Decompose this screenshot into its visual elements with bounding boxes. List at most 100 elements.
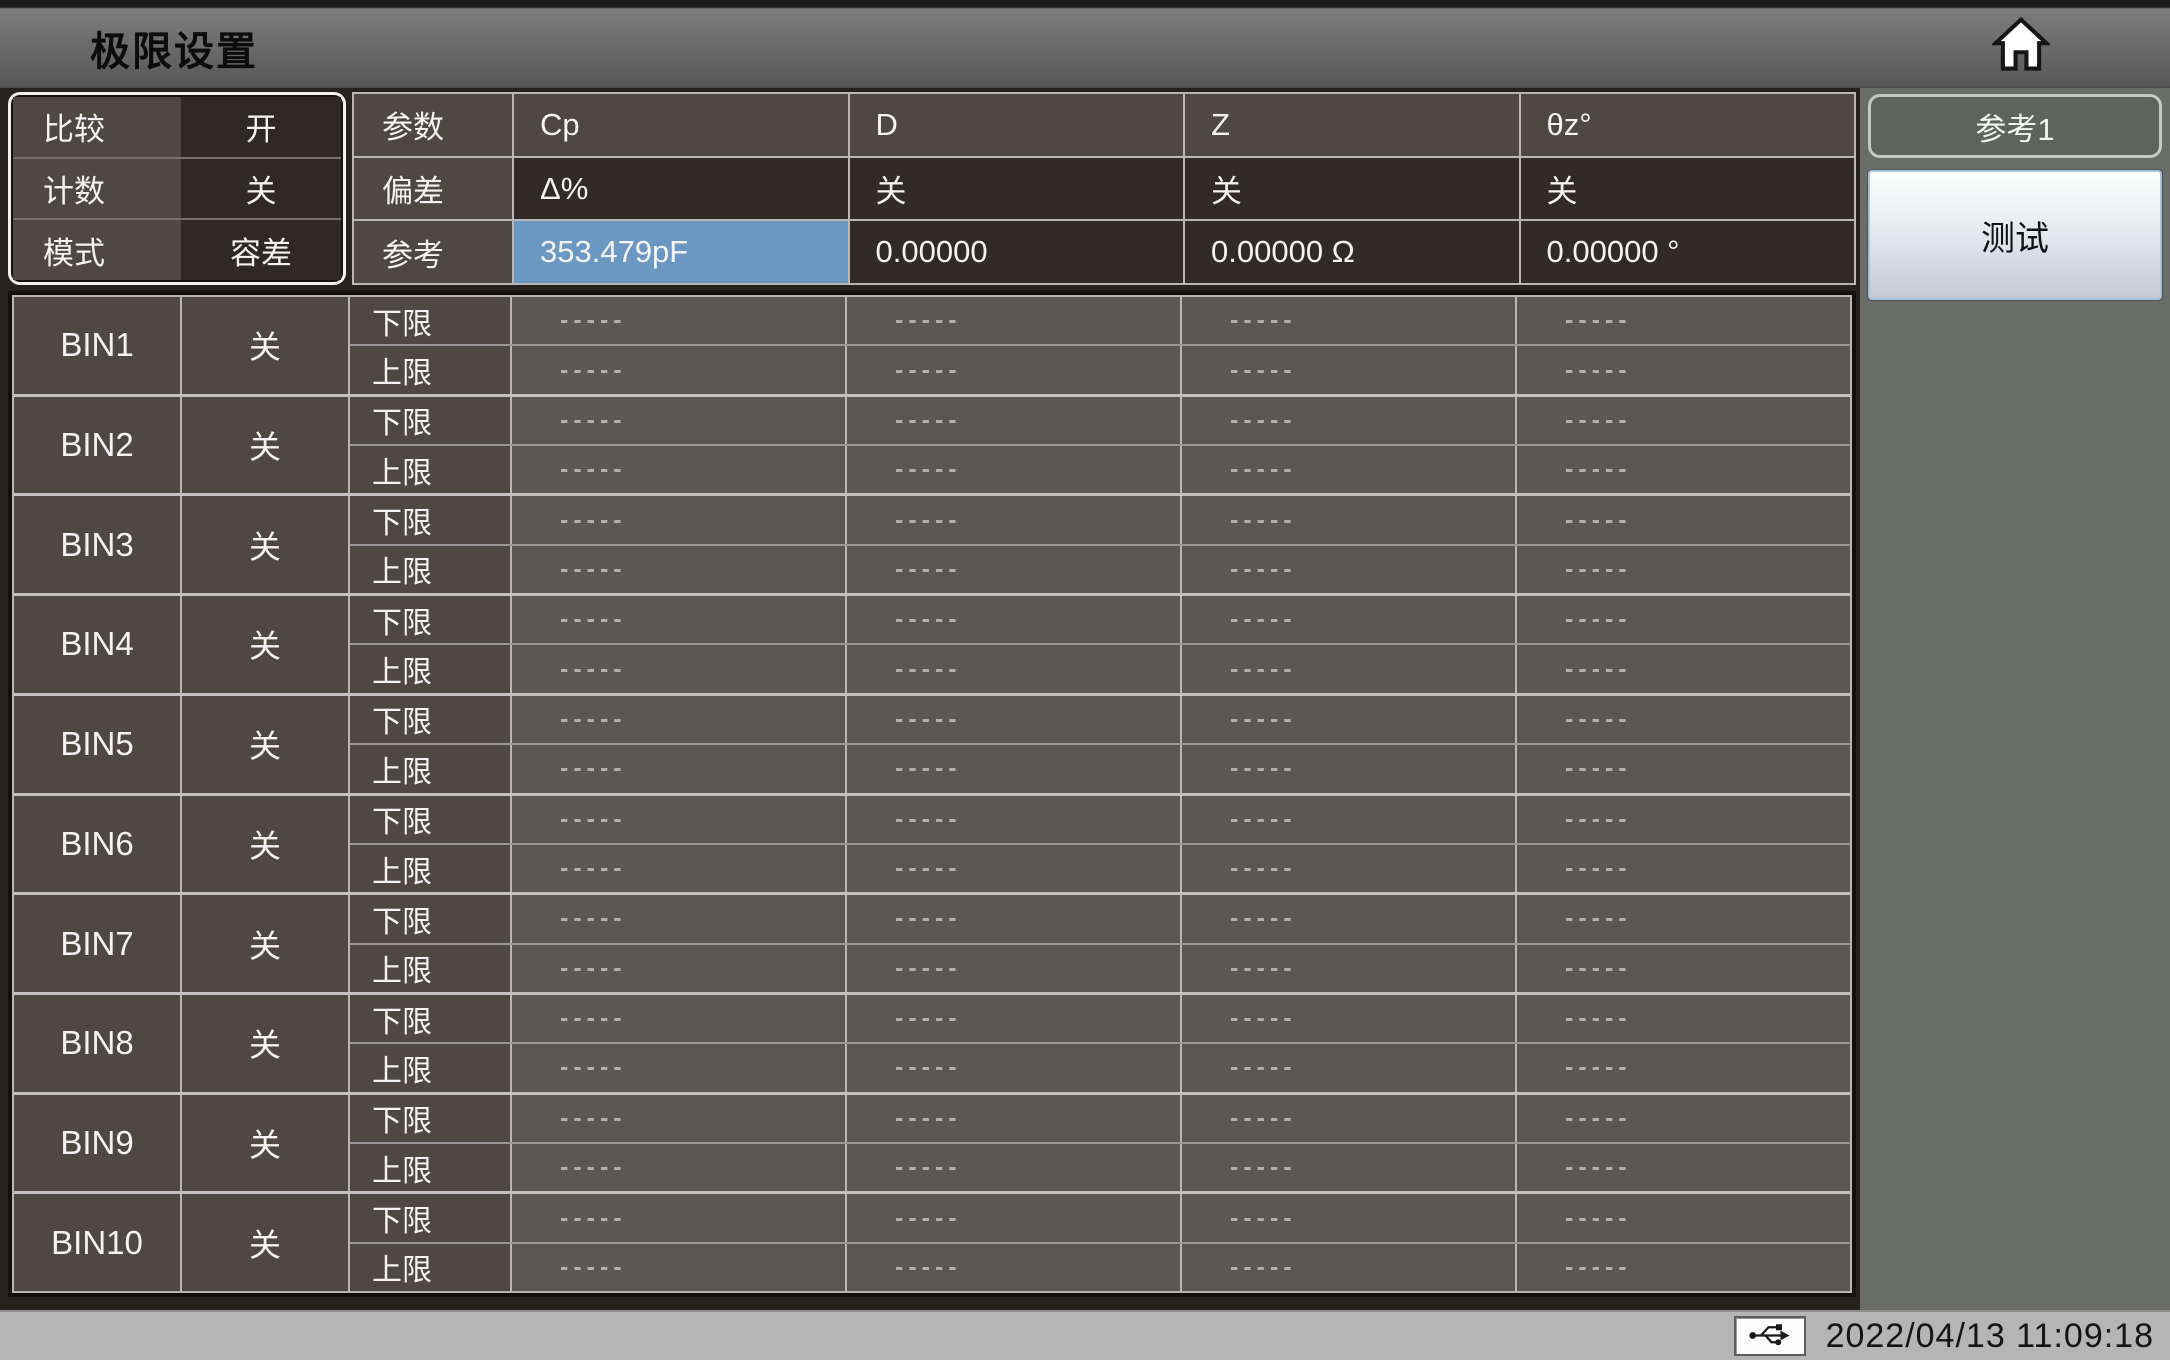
bin-upper-value[interactable]: -----: [1517, 346, 1850, 394]
bin-upper-value[interactable]: -----: [1182, 844, 1517, 893]
reference-page-button[interactable]: 参考1: [1868, 94, 2162, 158]
bin-upper-value[interactable]: -----: [1517, 1143, 1850, 1192]
mode-value[interactable]: 容差: [181, 220, 341, 281]
bin-lower-value[interactable]: -----: [512, 795, 847, 843]
bin-upper-value[interactable]: -----: [512, 645, 847, 693]
bin-upper-value[interactable]: -----: [1182, 545, 1517, 594]
bin-lower-value[interactable]: -----: [1517, 994, 1850, 1043]
bin-upper-value[interactable]: -----: [512, 745, 847, 793]
bin-lower-value[interactable]: -----: [847, 895, 1182, 943]
reference-cell-z[interactable]: 0.00000 Ω: [1185, 221, 1521, 284]
bin-upper-value[interactable]: -----: [512, 844, 847, 893]
bin-lower-value[interactable]: -----: [847, 596, 1182, 644]
compare-value[interactable]: 开: [181, 97, 341, 157]
bin-upper-value[interactable]: -----: [1517, 944, 1850, 992]
bin-lower-value[interactable]: -----: [1182, 695, 1517, 744]
bin-lower-value[interactable]: -----: [1517, 1194, 1850, 1242]
bin-upper-value[interactable]: -----: [512, 1044, 847, 1092]
param-header-d[interactable]: D: [849, 94, 1185, 156]
bin-upper-value[interactable]: -----: [1182, 944, 1517, 992]
bin-upper-value[interactable]: -----: [1517, 1044, 1850, 1092]
bin-status[interactable]: 关: [182, 596, 350, 693]
bin-lower-value[interactable]: -----: [1517, 396, 1850, 445]
bin-upper-value[interactable]: -----: [1517, 645, 1850, 693]
bin-upper-value[interactable]: -----: [512, 346, 847, 394]
bin-status[interactable]: 关: [182, 297, 350, 394]
bin-upper-value[interactable]: -----: [512, 944, 847, 992]
bin-status[interactable]: 关: [182, 895, 350, 992]
bin-status[interactable]: 关: [182, 396, 350, 494]
bin-upper-value[interactable]: -----: [512, 1243, 847, 1292]
deviation-cell-theta[interactable]: 关: [1520, 157, 1854, 220]
bin-upper-value[interactable]: -----: [512, 446, 847, 494]
bin-status[interactable]: 关: [182, 496, 350, 594]
bin-upper-value[interactable]: -----: [847, 1143, 1182, 1192]
bin-upper-value[interactable]: -----: [1517, 844, 1850, 893]
bin-upper-value[interactable]: -----: [847, 944, 1182, 992]
bin-upper-value[interactable]: -----: [1182, 1143, 1517, 1192]
bin-upper-value[interactable]: -----: [1182, 1044, 1517, 1092]
bin-lower-value[interactable]: -----: [1517, 297, 1850, 345]
test-button[interactable]: 测试: [1868, 170, 2162, 300]
bin-lower-value[interactable]: -----: [847, 496, 1182, 544]
bin-lower-value[interactable]: -----: [1182, 1094, 1517, 1142]
bin-upper-value[interactable]: -----: [1182, 446, 1517, 494]
bin-lower-value[interactable]: -----: [847, 994, 1182, 1043]
bin-status[interactable]: 关: [182, 994, 350, 1092]
bin-upper-value[interactable]: -----: [1517, 545, 1850, 594]
bin-upper-value[interactable]: -----: [847, 446, 1182, 494]
bin-upper-value[interactable]: -----: [847, 645, 1182, 693]
bin-lower-value[interactable]: -----: [512, 297, 847, 345]
reference-cell-d[interactable]: 0.00000: [849, 221, 1185, 284]
deviation-cell-cp[interactable]: Δ%: [514, 157, 850, 220]
bin-upper-value[interactable]: -----: [1182, 745, 1517, 793]
bin-upper-value[interactable]: -----: [1182, 1243, 1517, 1292]
bin-upper-value[interactable]: -----: [847, 346, 1182, 394]
bin-lower-value[interactable]: -----: [512, 994, 847, 1043]
bin-lower-value[interactable]: -----: [1182, 1194, 1517, 1242]
bin-lower-value[interactable]: -----: [1182, 895, 1517, 943]
bin-status[interactable]: 关: [182, 795, 350, 893]
reference-cell-theta[interactable]: 0.00000 °: [1520, 221, 1854, 284]
bin-lower-value[interactable]: -----: [1517, 895, 1850, 943]
deviation-cell-d[interactable]: 关: [849, 157, 1185, 220]
bin-status[interactable]: 关: [182, 1094, 350, 1192]
bin-upper-value[interactable]: -----: [512, 545, 847, 594]
bin-lower-value[interactable]: -----: [1182, 496, 1517, 544]
bin-lower-value[interactable]: -----: [1517, 496, 1850, 544]
bin-lower-value[interactable]: -----: [847, 695, 1182, 744]
bin-upper-value[interactable]: -----: [1182, 645, 1517, 693]
bin-upper-value[interactable]: -----: [1182, 346, 1517, 394]
bin-upper-value[interactable]: -----: [1517, 446, 1850, 494]
bin-lower-value[interactable]: -----: [1517, 695, 1850, 744]
bin-lower-value[interactable]: -----: [512, 396, 847, 445]
bin-lower-value[interactable]: -----: [847, 795, 1182, 843]
bin-lower-value[interactable]: -----: [847, 1094, 1182, 1142]
home-button[interactable]: [1990, 16, 2052, 78]
deviation-cell-z[interactable]: 关: [1185, 157, 1521, 220]
bin-lower-value[interactable]: -----: [512, 895, 847, 943]
bin-status[interactable]: 关: [182, 1194, 350, 1292]
bin-upper-value[interactable]: -----: [1517, 745, 1850, 793]
bin-status[interactable]: 关: [182, 695, 350, 793]
bin-lower-value[interactable]: -----: [1517, 596, 1850, 644]
bin-lower-value[interactable]: -----: [512, 496, 847, 544]
param-header-theta[interactable]: θz°: [1520, 94, 1854, 156]
bin-lower-value[interactable]: -----: [1182, 795, 1517, 843]
bin-upper-value[interactable]: -----: [1517, 1243, 1850, 1292]
reference-cell-cp-highlighted[interactable]: 353.479pF: [514, 221, 850, 284]
bin-upper-value[interactable]: -----: [847, 844, 1182, 893]
param-header-cp[interactable]: Cp: [514, 94, 850, 156]
param-header-z[interactable]: Z: [1185, 94, 1521, 156]
bin-lower-value[interactable]: -----: [512, 1194, 847, 1242]
bin-lower-value[interactable]: -----: [847, 396, 1182, 445]
bin-upper-value[interactable]: -----: [512, 1143, 847, 1192]
bin-lower-value[interactable]: -----: [512, 1094, 847, 1142]
bin-lower-value[interactable]: -----: [1182, 994, 1517, 1043]
bin-lower-value[interactable]: -----: [1517, 1094, 1850, 1142]
bin-lower-value[interactable]: -----: [847, 297, 1182, 345]
bin-upper-value[interactable]: -----: [847, 745, 1182, 793]
bin-lower-value[interactable]: -----: [1182, 596, 1517, 644]
bin-lower-value[interactable]: -----: [847, 1194, 1182, 1242]
count-value[interactable]: 关: [181, 158, 341, 219]
